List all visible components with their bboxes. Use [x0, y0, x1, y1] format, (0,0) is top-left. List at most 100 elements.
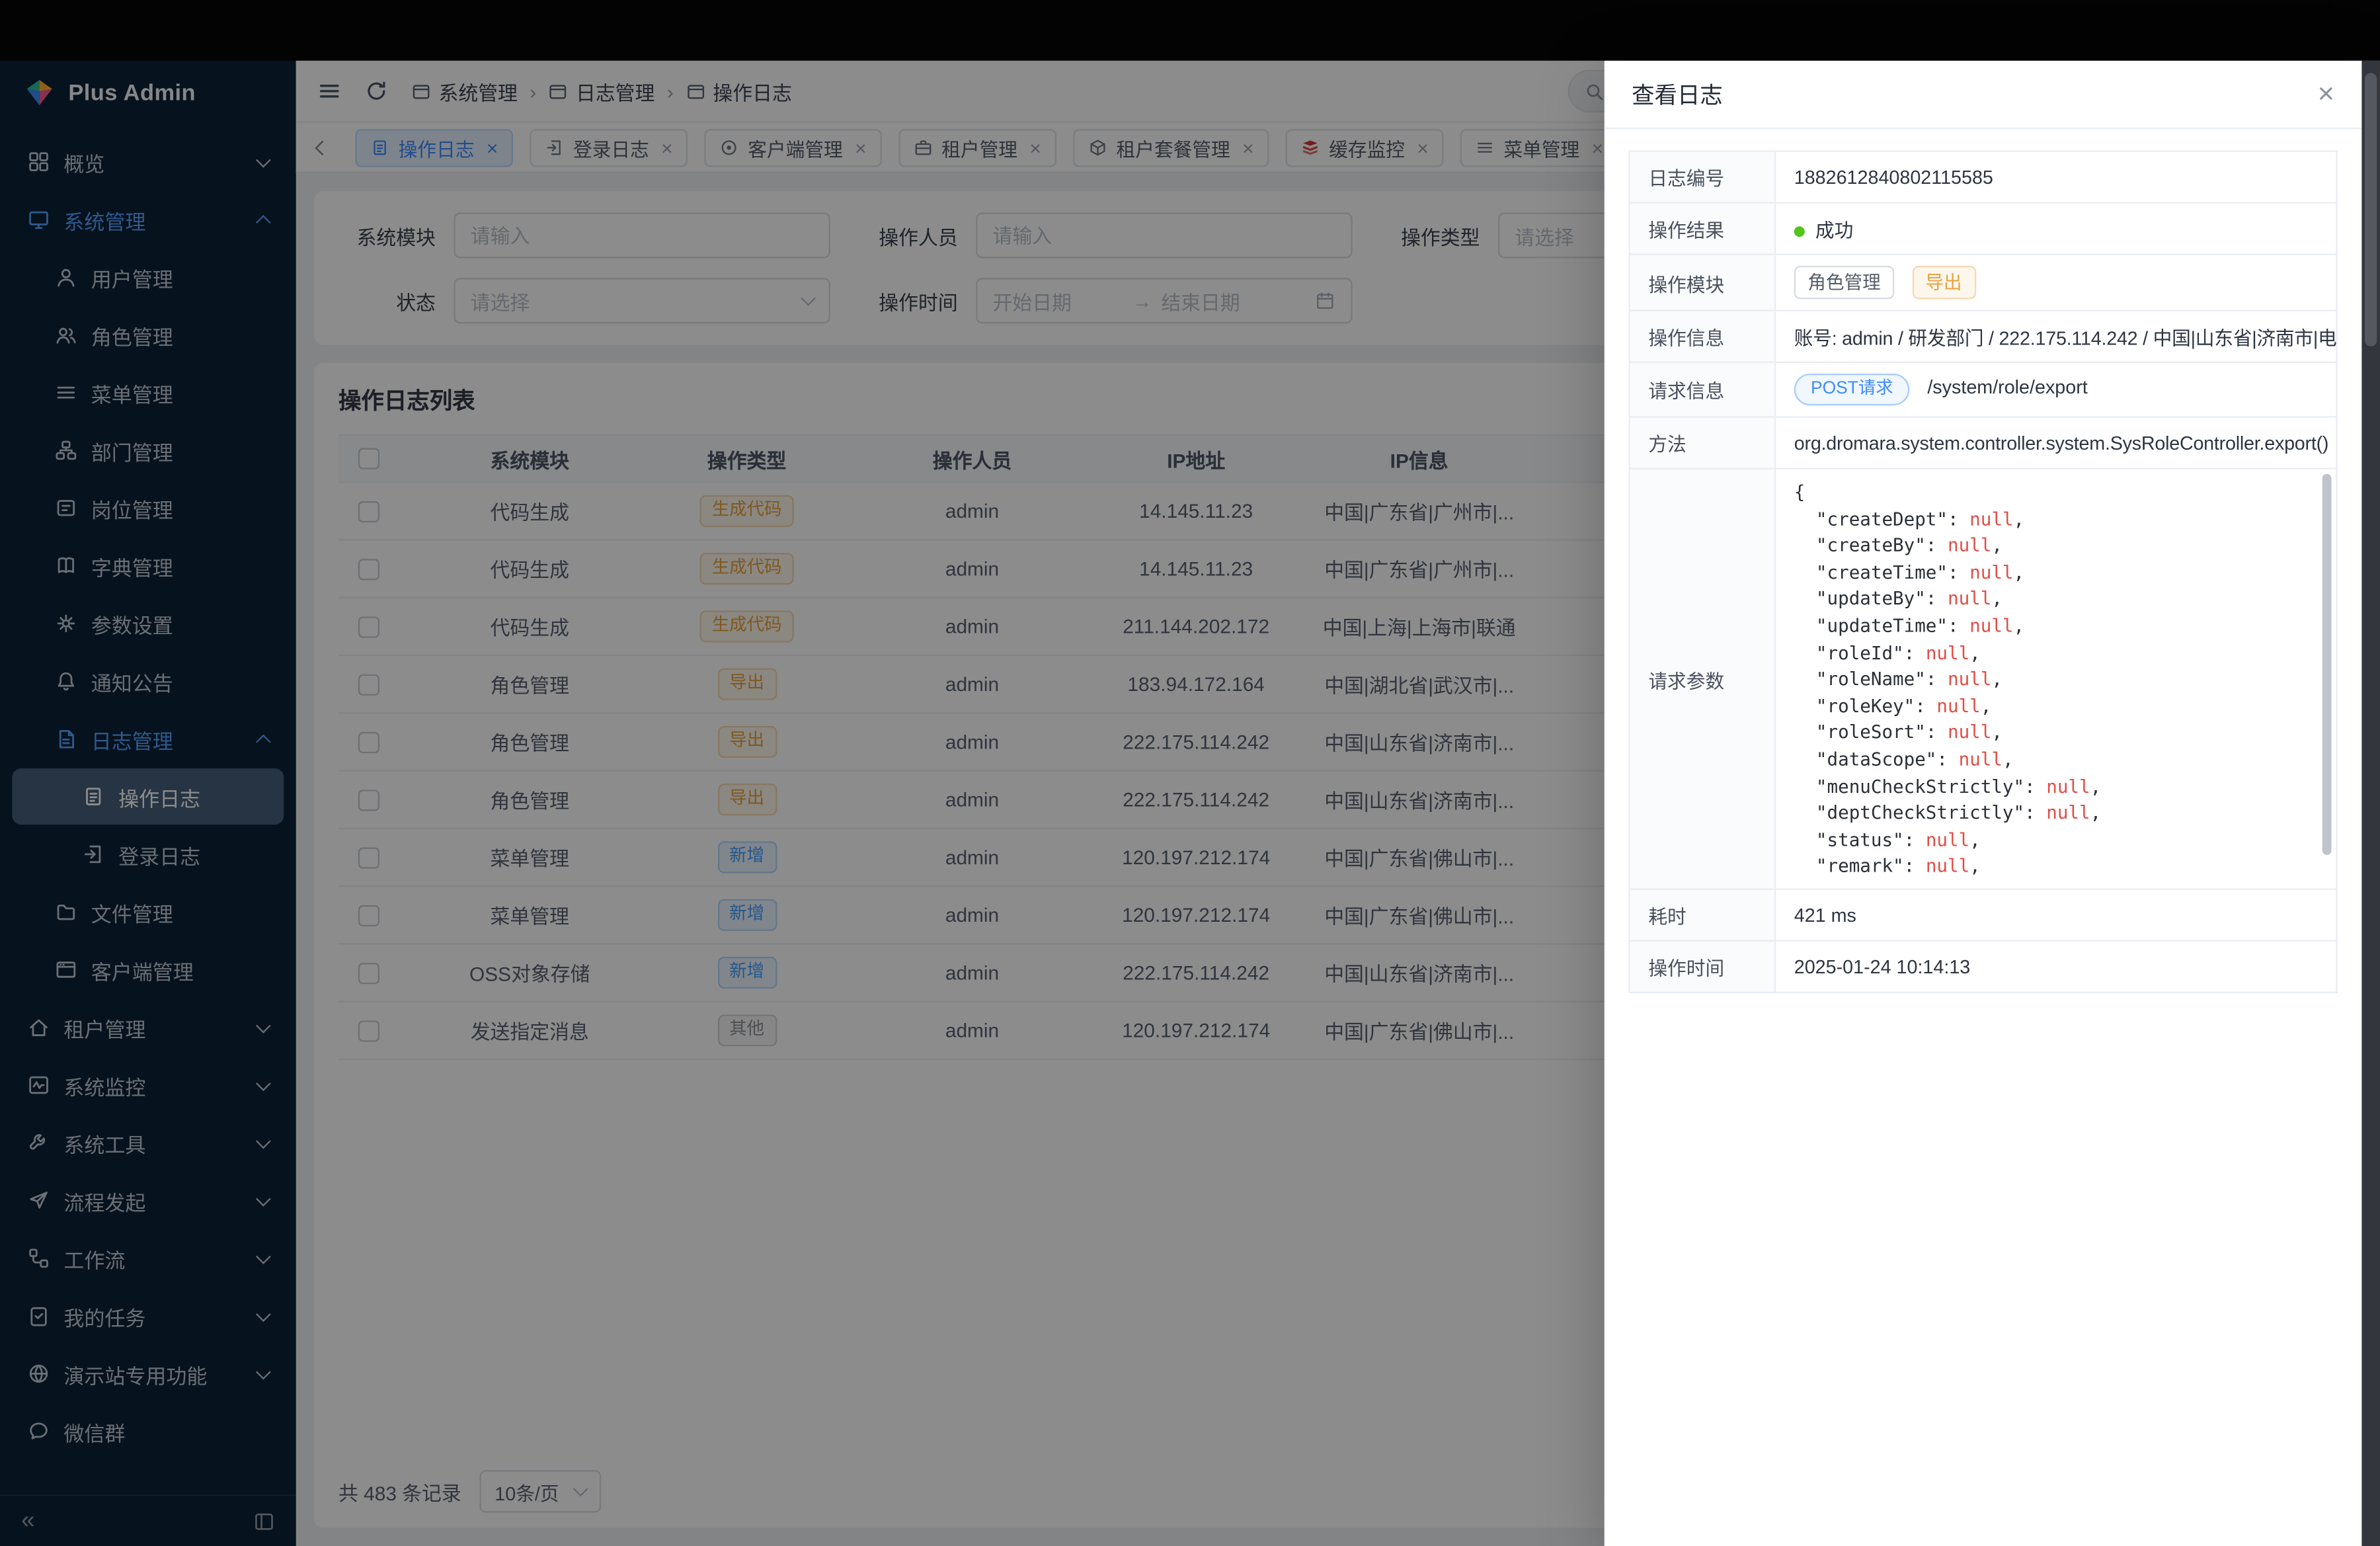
json-null-value: null [1936, 695, 1980, 716]
json-key: "createTime": [1794, 561, 1969, 583]
json-key: "menuCheckStrictly": [1794, 776, 2047, 797]
json-line: "roleSort": null, [1794, 720, 2312, 747]
json-line: "createBy": null, [1794, 534, 2312, 560]
field-label: 请求信息 [1630, 362, 1775, 417]
request-params-cell: { "createDept": null, "createBy": null, … [1775, 469, 2336, 889]
duration-value: 421 ms [1775, 889, 2336, 941]
json-null-value: null [1926, 856, 1969, 877]
success-dot-icon [1794, 226, 1805, 237]
drawer-body: 日志编号 1882612840802115585 操作结果 成功 操作模块 角色… [1605, 129, 2362, 1014]
json-comma: , [2014, 561, 2025, 583]
field-label: 操作模块 [1630, 255, 1775, 311]
close-icon[interactable]: × [2318, 80, 2335, 109]
json-comma: , [1991, 722, 2003, 743]
json-key: "roleKey": [1794, 695, 1937, 716]
row-time: 操作时间 2025-01-24 10:14:13 [1630, 941, 2337, 993]
json-comma: , [1969, 641, 1981, 663]
row-params: 请求参数 { "createDept": null, "createBy": n… [1630, 469, 2337, 889]
json-comma: , [2090, 776, 2102, 797]
json-comma: , [1991, 669, 2003, 690]
json-line: "roleName": null, [1794, 667, 2312, 694]
row-duration: 耗时 421 ms [1630, 889, 2337, 941]
json-comma: , [1969, 856, 1981, 877]
module-value: 角色管理 导出 [1775, 255, 2336, 311]
json-line: "updateBy": null, [1794, 587, 2312, 613]
json-null-value: null [1948, 589, 1991, 610]
json-null-value: null [1959, 749, 2003, 770]
json-key: "createBy": [1794, 535, 1948, 556]
json-null-value: null [2046, 776, 2090, 797]
field-label: 请求参数 [1630, 469, 1775, 889]
module-tag: 角色管理 [1794, 266, 1895, 300]
json-key: "roleSort": [1794, 722, 1948, 743]
json-key: "roleName": [1794, 669, 1948, 690]
drawer-header: 查看日志 × [1605, 61, 2362, 129]
json-key: "status": [1794, 829, 1926, 850]
json-null-value: null [2046, 802, 2090, 823]
operation-time-value: 2025-01-24 10:14:13 [1775, 941, 2336, 993]
json-null-value: null [1926, 641, 1969, 663]
json-null-value: null [1969, 561, 2013, 583]
field-label: 方法 [1630, 417, 1775, 468]
row-request: 请求信息 POST请求 /system/role/export [1630, 362, 2337, 417]
json-line: "deptCheckStrictly": null, [1794, 801, 2312, 827]
code-scrollbar [2322, 474, 2332, 884]
json-comma: , [1991, 589, 2003, 610]
row-info: 操作信息 账号: admin / 研发部门 / 222.175.114.242 … [1630, 311, 2337, 362]
json-key: "remark": [1794, 856, 1926, 877]
json-null-value: null [1948, 535, 1991, 556]
field-label: 操作结果 [1630, 203, 1775, 255]
field-label: 日志编号 [1630, 151, 1775, 203]
json-line: "dataScope": null, [1794, 747, 2312, 774]
page-scrollbar-thumb[interactable] [2365, 73, 2377, 346]
json-line: "createDept": null, [1794, 507, 2312, 533]
operation-info-value: 账号: admin / 研发部门 / 222.175.114.242 / 中国|… [1775, 311, 2336, 362]
json-comma: , [2014, 508, 2025, 529]
json-line: "roleId": null, [1794, 640, 2312, 667]
field-label: 操作信息 [1630, 311, 1775, 362]
row-log-id: 日志编号 1882612840802115585 [1630, 151, 2337, 203]
export-tag: 导出 [1912, 266, 1975, 300]
page-scrollbar[interactable] [2361, 61, 2380, 1546]
json-null-value: null [1948, 722, 1991, 743]
request-info-value: POST请求 /system/role/export [1775, 362, 2336, 417]
json-line: "status": null, [1794, 827, 2312, 854]
json-key: "roleId": [1794, 641, 1926, 663]
json-null-value: null [1948, 669, 1991, 690]
json-comma: , [1969, 829, 1981, 850]
post-method-tag: POST请求 [1794, 374, 1910, 405]
row-result: 操作结果 成功 [1630, 203, 2337, 255]
json-line: "menuCheckStrictly": null, [1794, 774, 2312, 800]
field-label: 耗时 [1630, 889, 1775, 941]
json-comma: , [2003, 749, 2014, 770]
method-value: org.dromara.system.controller.system.Sys… [1775, 417, 2336, 468]
json-line: { [1794, 480, 2312, 507]
json-key: "updateBy": [1794, 589, 1948, 610]
json-key: "createDept": [1794, 508, 1969, 529]
json-line: "createTime": null, [1794, 560, 2312, 587]
field-label: 操作时间 [1630, 941, 1775, 993]
json-line: "updateTime": null, [1794, 614, 2312, 640]
log-details-table: 日志编号 1882612840802115585 操作结果 成功 操作模块 角色… [1629, 150, 2338, 993]
json-null-value: null [1969, 508, 2013, 529]
json-null-value: null [1969, 615, 2013, 636]
json-line: "roleKey": null, [1794, 694, 2312, 720]
json-line: "remark": null, [1794, 854, 2312, 880]
row-method: 方法 org.dromara.system.controller.system.… [1630, 417, 2337, 468]
json-comma: , [2014, 615, 2025, 636]
request-params-json[interactable]: { "createDept": null, "createBy": null, … [1776, 469, 2336, 889]
drawer-title: 查看日志 [1632, 78, 1723, 110]
json-key: "deptCheckStrictly": [1794, 802, 2047, 823]
code-scrollbar-thumb[interactable] [2322, 474, 2332, 856]
json-key: "updateTime": [1794, 615, 1969, 636]
request-url: /system/role/export [1927, 377, 2087, 398]
json-comma: , [2090, 802, 2102, 823]
json-comma: , [1991, 535, 2003, 556]
json-null-value: null [1926, 829, 1969, 850]
json-comma: , [1981, 695, 1992, 716]
json-key: "dataScope": [1794, 749, 1959, 770]
result-value: 成功 [1775, 203, 2336, 255]
log-id-value: 1882612840802115585 [1775, 151, 2336, 203]
app-root: Plus Admin 概览系统管理用户管理角色管理菜单管理部门管理岗位管理字典管… [0, 0, 2380, 1546]
row-module: 操作模块 角色管理 导出 [1630, 255, 2337, 311]
